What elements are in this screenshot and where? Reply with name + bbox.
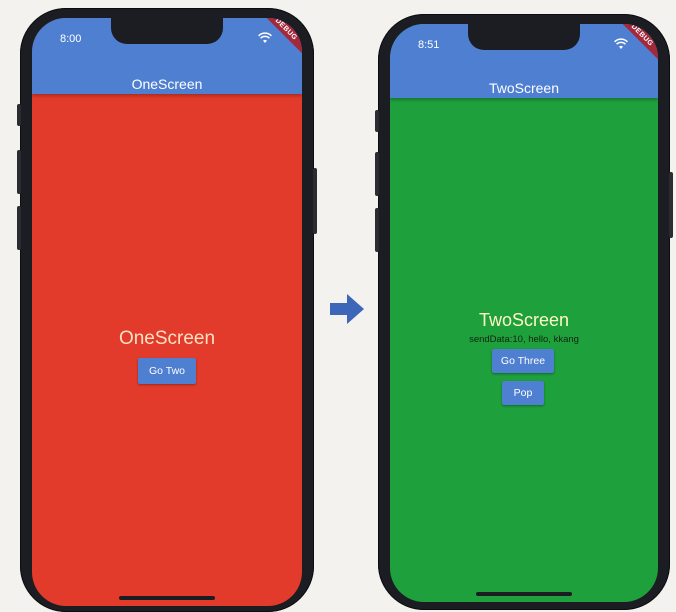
- side-button-volume-down: [17, 206, 21, 250]
- wifi-icon: [614, 38, 628, 49]
- go-two-button[interactable]: Go Two: [138, 358, 196, 384]
- appbar-title: TwoScreen: [488, 80, 560, 96]
- screenshot-stage: 8:00 OneScreen DEBUG OneScreen Go Two 8:…: [0, 0, 676, 612]
- side-button-power: [313, 168, 317, 234]
- pop-button[interactable]: Pop: [502, 381, 544, 405]
- wifi-icon: [258, 32, 272, 43]
- side-button-power: [669, 172, 673, 238]
- screen-two: 8:51 TwoScreen DEBUG TwoScreen sendData:…: [390, 24, 658, 602]
- side-button-volume-up: [17, 150, 21, 194]
- notch: [468, 24, 580, 50]
- screen-one: 8:00 OneScreen DEBUG OneScreen Go Two: [32, 18, 302, 606]
- side-button-volume-up: [375, 152, 379, 196]
- home-indicator[interactable]: [476, 592, 572, 596]
- status-time: 8:51: [418, 39, 440, 51]
- arrow-right-icon: [330, 294, 364, 324]
- go-three-button[interactable]: Go Three: [492, 349, 554, 373]
- phone-frame-one: 8:00 OneScreen DEBUG OneScreen Go Two: [17, 8, 317, 612]
- notch: [111, 18, 223, 44]
- appbar-title: OneScreen: [131, 76, 203, 92]
- side-button-mute: [375, 110, 379, 132]
- status-time: 8:00: [60, 33, 82, 45]
- side-button-mute: [17, 104, 21, 126]
- body-title: TwoScreen: [478, 310, 570, 330]
- send-data-text: sendData:10, hello, kkang: [469, 334, 579, 345]
- phone-frame-two: 8:51 TwoScreen DEBUG TwoScreen sendData:…: [375, 14, 673, 610]
- home-indicator[interactable]: [119, 596, 215, 600]
- side-button-volume-down: [375, 208, 379, 252]
- body-title: OneScreen: [118, 328, 216, 349]
